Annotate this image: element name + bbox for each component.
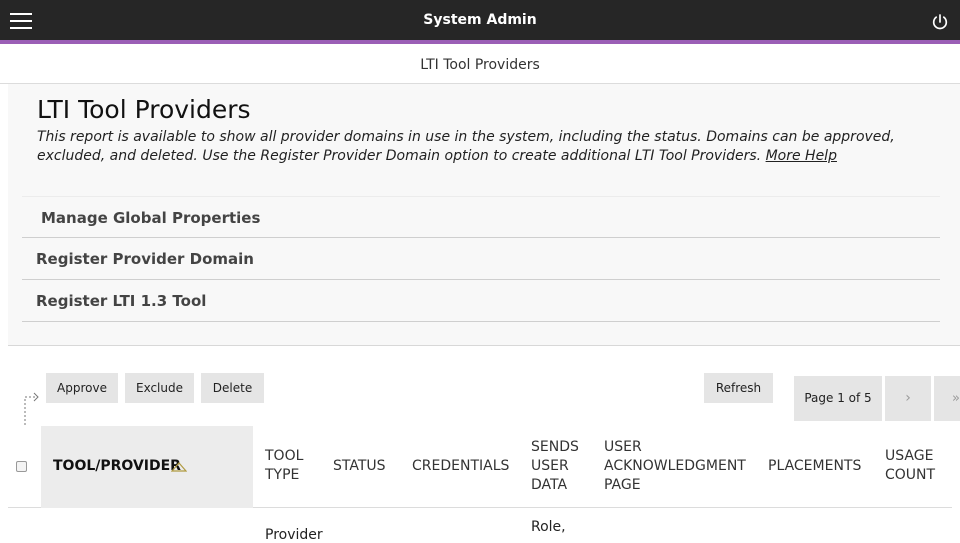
breadcrumb-current: LTI Tool Providers bbox=[420, 57, 540, 73]
delete-button[interactable]: Delete bbox=[201, 373, 264, 403]
top-bar: System Admin bbox=[0, 0, 960, 44]
page-title: LTI Tool Providers bbox=[37, 95, 251, 124]
sort-ascending-icon bbox=[171, 462, 187, 472]
double-chevron-right-icon: » bbox=[952, 391, 960, 406]
column-header-tool-type[interactable]: TOOL TYPE bbox=[265, 447, 325, 485]
row-tool-type: Provider bbox=[265, 527, 323, 543]
page-description: This report is available to show all pro… bbox=[37, 128, 942, 166]
last-page-button[interactable]: » bbox=[934, 376, 960, 421]
app-title: System Admin bbox=[423, 12, 537, 28]
register-provider-domain-action[interactable]: Register Provider Domain bbox=[22, 238, 940, 280]
register-lti-tool-action[interactable]: Register LTI 1.3 Tool bbox=[22, 280, 940, 322]
column-header-credentials[interactable]: CREDENTIALS bbox=[412, 457, 509, 476]
more-help-link[interactable]: More Help bbox=[766, 148, 837, 164]
approve-button[interactable]: Approve bbox=[46, 373, 118, 403]
select-all-checkbox[interactable] bbox=[16, 461, 27, 472]
column-header-sends-user-data[interactable]: SENDS USER DATA bbox=[531, 438, 591, 495]
action-label: Register Provider Domain bbox=[36, 250, 254, 268]
action-label: Register LTI 1.3 Tool bbox=[36, 292, 207, 310]
power-icon[interactable] bbox=[931, 13, 949, 31]
column-label: TOOL/PROVIDER bbox=[53, 458, 181, 474]
column-header-user-acknowledgment-page[interactable]: USER ACKNOWLEDGMENT PAGE bbox=[604, 438, 754, 495]
exclude-button[interactable]: Exclude bbox=[125, 373, 194, 403]
manage-global-properties-action[interactable]: Manage Global Properties bbox=[22, 196, 940, 238]
table-header: TOOL/PROVIDER TOOL TYPE STATUS CREDENTIA… bbox=[8, 426, 952, 508]
column-header-usage-count[interactable]: USAGE COUNT bbox=[885, 447, 945, 485]
breadcrumb: LTI Tool Providers bbox=[0, 48, 960, 84]
next-page-button[interactable]: › bbox=[885, 376, 931, 421]
page-indicator: Page 1 of 5 bbox=[794, 376, 882, 421]
column-header-status[interactable]: STATUS bbox=[333, 457, 386, 476]
column-header-placements[interactable]: PLACEMENTS bbox=[768, 457, 861, 476]
column-header-tool-provider[interactable]: TOOL/PROVIDER bbox=[41, 426, 253, 508]
row-sends-user-data: Role, bbox=[531, 519, 566, 535]
refresh-button[interactable]: Refresh bbox=[704, 373, 773, 403]
page-header-panel: LTI Tool Providers This report is availa… bbox=[8, 84, 960, 346]
selection-arrow-icon bbox=[24, 392, 39, 425]
action-label: Manage Global Properties bbox=[41, 209, 261, 227]
chevron-right-icon: › bbox=[905, 390, 911, 406]
